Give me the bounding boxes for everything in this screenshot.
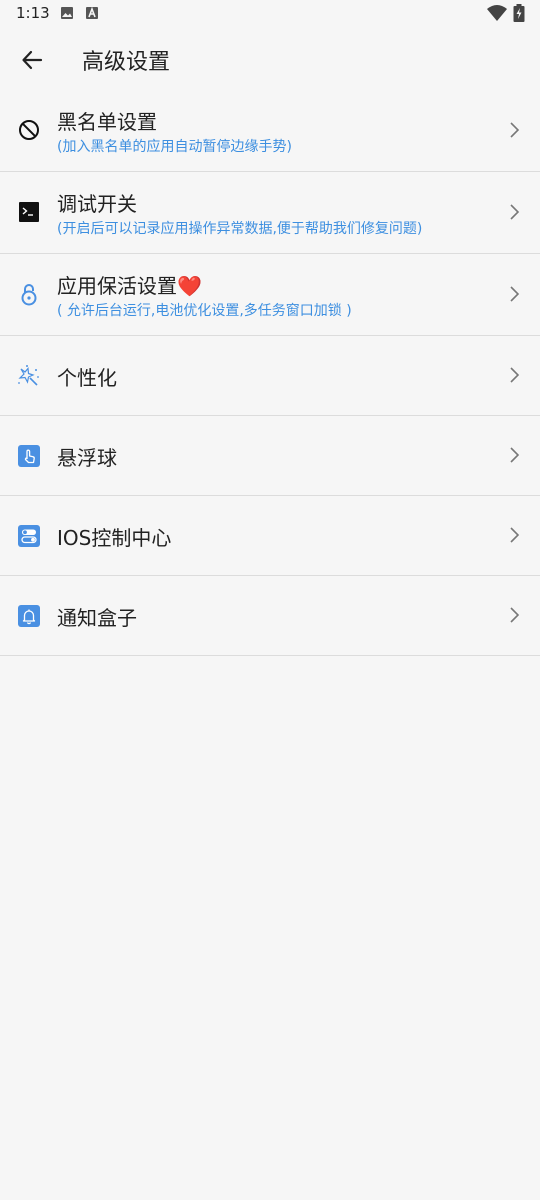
settings-item-subtitle: (开启后可以记录应用操作异常数据,便于帮助我们修复问题)	[57, 221, 423, 237]
back-button[interactable]	[12, 40, 52, 80]
wifi-icon	[487, 5, 507, 21]
chevron-right-icon	[510, 122, 520, 138]
settings-item-subtitle: (加入黑名单的应用自动暂停边缘手势)	[57, 139, 292, 155]
settings-item-title: 调试开关	[57, 192, 137, 216]
settings-item-blacklist[interactable]: 黑名单设置 (加入黑名单的应用自动暂停边缘手势)	[0, 90, 540, 172]
settings-item-floating-ball[interactable]: 悬浮球	[0, 416, 540, 496]
bell-icon	[17, 604, 41, 628]
app-bar: 高级设置	[0, 28, 540, 90]
settings-item-title-text: 应用保活设置	[57, 274, 177, 298]
chevron-right-icon	[510, 204, 520, 220]
terminal-icon	[17, 200, 41, 224]
settings-item-title: 个性化	[57, 366, 117, 390]
settings-item-personalize[interactable]: 个性化	[0, 336, 540, 416]
settings-item-notification-box[interactable]: 通知盒子	[0, 576, 540, 656]
chevron-right-icon	[510, 367, 520, 383]
chevron-right-icon	[510, 447, 520, 463]
arrow-left-icon	[22, 50, 43, 70]
settings-item-title: 应用保活设置❤️	[57, 270, 202, 299]
status-time: 1:13	[16, 4, 50, 22]
chevron-right-icon	[510, 607, 520, 623]
settings-item-debug[interactable]: 调试开关 (开启后可以记录应用操作异常数据,便于帮助我们修复问题)	[0, 172, 540, 254]
toggle-panel-icon	[17, 524, 41, 548]
battery-charging-icon	[513, 4, 525, 22]
settings-item-ios-control-center[interactable]: IOS控制中心	[0, 496, 540, 576]
settings-item-title: 悬浮球	[57, 446, 117, 470]
settings-item-subtitle: ( 允许后台运行,电池优化设置,多任务窗口加锁 )	[57, 303, 352, 319]
settings-item-keep-alive[interactable]: 应用保活设置❤️ ( 允许后台运行,电池优化设置,多任务窗口加锁 )	[0, 254, 540, 336]
page-title: 高级设置	[82, 50, 171, 75]
status-bar: 1:13	[0, 0, 540, 28]
image-icon	[61, 7, 73, 19]
settings-item-title: IOS控制中心	[57, 526, 172, 550]
magic-wand-icon	[17, 364, 41, 388]
chevron-right-icon	[510, 527, 520, 543]
settings-list: 黑名单设置 (加入黑名单的应用自动暂停边缘手势) 调试开关 (开启后可以记录应用…	[0, 90, 540, 656]
heart-emoji: ❤️	[177, 274, 202, 298]
settings-item-title: 黑名单设置	[57, 110, 157, 134]
text-a-icon	[86, 6, 98, 19]
settings-item-title: 通知盒子	[57, 606, 137, 630]
block-icon	[17, 118, 41, 142]
touch-icon	[17, 444, 41, 468]
chevron-right-icon	[510, 286, 520, 302]
lock-icon	[17, 282, 41, 306]
